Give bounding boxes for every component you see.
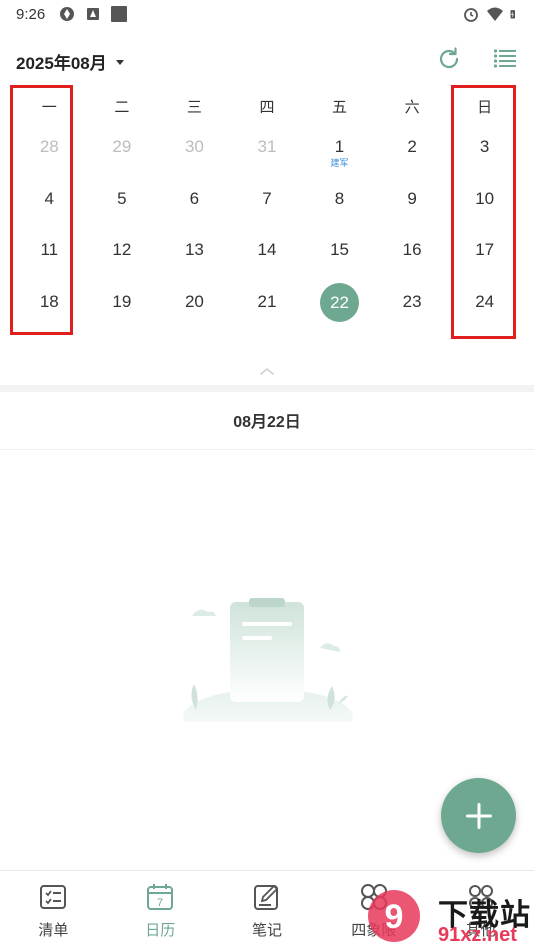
status-icons-right (462, 5, 520, 23)
weekday-label: 二 (114, 99, 130, 116)
day-cell[interactable]: 13 (158, 227, 231, 279)
day-cell[interactable]: 1 建军 (303, 124, 376, 176)
day-number: 1 (334, 137, 345, 156)
calendar-header: 2025年08月 (0, 40, 534, 80)
day-cell[interactable]: 14 (231, 227, 304, 279)
weekday-label: 五 (332, 99, 348, 116)
square-notification-icon (111, 6, 127, 22)
day-number: 7 (262, 189, 272, 208)
day-number: 23 (402, 292, 422, 311)
nav-label: 清单 (38, 922, 69, 939)
day-cell[interactable]: 12 (86, 227, 159, 279)
day-number: 5 (117, 189, 127, 208)
plus-icon (465, 802, 492, 829)
highlight-box-monday-column (10, 85, 73, 335)
add-event-button[interactable] (441, 778, 516, 853)
day-number: 19 (112, 292, 132, 311)
day-cell-today[interactable]: 22 (303, 279, 376, 331)
day-cell[interactable]: 20 (158, 279, 231, 331)
status-icons-left (58, 5, 128, 23)
section-divider (0, 385, 534, 392)
day-cell[interactable]: 19 (86, 279, 159, 331)
weekday-header-row: 一 二 三 四 五 六 日 (13, 88, 521, 128)
watermark-url: 91xz.net (438, 924, 517, 946)
refresh-icon[interactable] (436, 46, 462, 72)
weekday-label: 三 (186, 99, 202, 116)
day-cell[interactable]: 23 (376, 279, 449, 331)
day-number: 15 (330, 240, 349, 259)
empty-state-illustration (183, 598, 353, 722)
alarm-icon (464, 8, 478, 22)
day-cell[interactable]: 8 (303, 176, 376, 228)
day-cell[interactable]: 5 (86, 176, 159, 228)
day-number: 29 (112, 137, 132, 156)
day-number: 22 (330, 293, 349, 312)
day-number: 2 (407, 137, 417, 156)
day-cell[interactable]: 31 (231, 124, 304, 176)
day-cell[interactable]: 30 (158, 124, 231, 176)
list-view-icon[interactable] (493, 48, 517, 70)
weekday-label: 四 (259, 99, 275, 116)
checklist-icon (40, 885, 67, 909)
nav-label: 笔记 (251, 922, 282, 939)
day-cell[interactable]: 2 (376, 124, 449, 176)
day-cell[interactable]: 6 (158, 176, 231, 228)
calendar-icon: 7 (147, 884, 174, 910)
day-cell[interactable]: 16 (376, 227, 449, 279)
day-number: 8 (334, 189, 345, 208)
day-number: 14 (257, 240, 277, 259)
note-icon (253, 884, 279, 910)
nav-item-quadrant[interactable]: 四象限 (320, 871, 427, 950)
day-cell[interactable]: 15 (303, 227, 376, 279)
day-number: 9 (407, 189, 417, 208)
calendar-week-row: 28 29 30 31 1 建军 2 3 (13, 124, 521, 176)
calendar-week-row: 4 5 6 7 8 9 10 (13, 176, 521, 228)
selected-date-label: 08月22日 (233, 414, 301, 431)
nav-label: 四象限 (351, 922, 397, 939)
battery-icon (510, 10, 515, 19)
day-number: 20 (184, 292, 204, 311)
collapse-handle-icon[interactable] (259, 366, 275, 376)
day-number: 31 (257, 137, 277, 156)
wifi-icon (487, 7, 503, 21)
holiday-label: 建军 (330, 158, 349, 168)
day-cell[interactable]: 21 (231, 279, 304, 331)
nav-item-notes[interactable]: 笔记 (214, 871, 321, 950)
sync-app-icon (60, 7, 74, 21)
quadrant-icon (360, 884, 387, 910)
dropdown-arrow-icon (115, 59, 124, 65)
app-notification-icon (87, 8, 99, 20)
weekday-label: 六 (404, 99, 420, 116)
day-number: 12 (112, 240, 132, 259)
nav-item-calendar[interactable]: 7 日历 (107, 871, 214, 950)
nav-label: 日历 (145, 922, 176, 939)
month-title: 2025年08月 (16, 54, 107, 73)
day-number: 6 (189, 189, 200, 208)
month-selector[interactable]: 2025年08月 (16, 49, 125, 74)
status-time: 9:26 (16, 6, 46, 23)
day-number: 30 (184, 137, 204, 156)
day-number: 21 (257, 292, 277, 311)
svg-text:7: 7 (157, 897, 163, 909)
calendar-week-row: 18 19 20 21 22 23 24 (13, 279, 521, 331)
day-cell[interactable]: 9 (376, 176, 449, 228)
nav-item-checklist[interactable]: 清单 (0, 871, 107, 950)
date-divider (0, 449, 534, 450)
day-cell[interactable]: 7 (231, 176, 304, 228)
day-number: 16 (402, 240, 422, 259)
day-number: 13 (184, 240, 204, 259)
calendar-week-row: 11 12 13 14 15 16 17 (13, 227, 521, 279)
status-bar: 9:26 (0, 0, 534, 30)
highlight-box-sunday-column (451, 85, 516, 339)
day-cell[interactable]: 29 (86, 124, 159, 176)
